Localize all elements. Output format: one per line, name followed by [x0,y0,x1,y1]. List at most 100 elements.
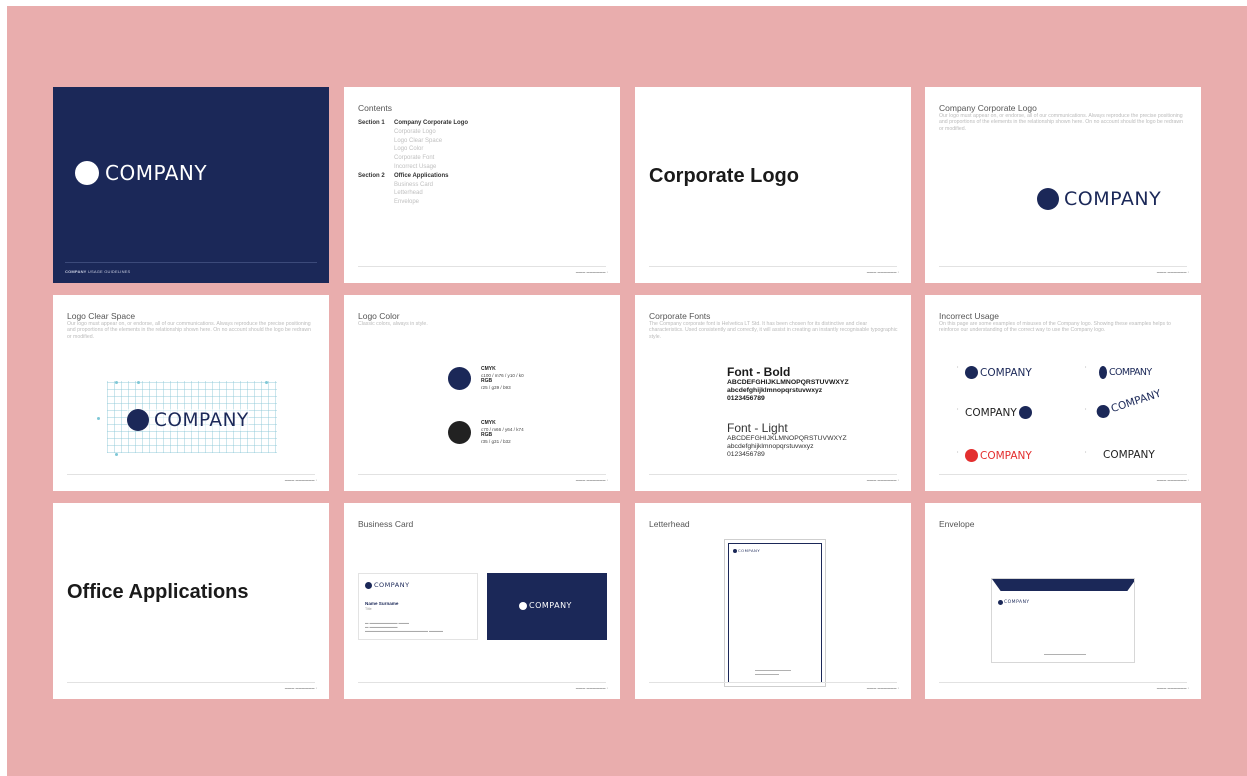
business-card-back: COMPANY [487,573,607,640]
font-bold-digits: 0123456789 [727,394,765,402]
slide-contents[interactable]: Contents Section 1 Company Corporate Logo… [344,87,620,283]
letterhead-title: Letterhead [649,519,690,529]
color-swatch-icon [448,366,471,390]
logo-circle-icon [1094,403,1112,420]
logo-text: COMPANY [1103,449,1155,461]
slide-corporate-fonts[interactable]: Corporate Fonts The Company corporate fo… [635,295,911,491]
font-light-lower: abcdefghijklmnopqrstuvwxyz [727,442,814,450]
logo-circle-icon [1018,406,1032,419]
slide-divider [649,682,897,683]
incorrect-example-3: COMPANY [965,406,1034,419]
logo-circle-icon [1037,188,1059,210]
logo-text: COMPANY [1004,600,1030,605]
toc-section-label: Section 1 [358,120,385,126]
business-card-front: COMPANY Name Surname Title ▬ ▬▬▬▬▬▬▬▬ ▬▬… [358,573,478,640]
card-name: Name Surname [365,601,399,606]
font-bold-heading: Font - Bold [727,365,791,379]
logo-circle-icon [127,409,149,431]
slide-company-logo[interactable]: Company Corporate Logo Our logo must app… [925,87,1201,283]
logo-text: COMPANY [980,366,1032,379]
font-light-upper: ABCDEFGHIJKLMNOPQRSTUVWXYZ [727,435,847,442]
incorrect-desc: On this page are some examples of misuse… [939,321,1171,334]
toc-section-1: Section 1 Company Corporate Logo [358,119,468,128]
slide-corporate-logo-divider[interactable]: Corporate Logo ▬▬▬ ▬▬▬▬▬▬ ▪ [635,87,911,283]
slide-incorrect-usage[interactable]: Incorrect Usage On this page are some ex… [925,295,1201,491]
presentation-board: COMPANY COMPANY USAGE GUIDELINES Content… [7,6,1247,776]
slide-office-divider[interactable]: Office Applications ▬▬▬ ▬▬▬▬▬▬ ▪ [53,503,329,699]
toc-section-2: Section 2 Office Applications [358,172,468,181]
slide-footer-mark: ▬▬▬ ▬▬▬▬▬▬ ▪ [866,686,899,690]
cover-footer-brand: COMPANY [65,269,87,274]
envelope-shape: COMPANY ▬▬▬▬▬▬▬▬▬▬▬▬▬▬ [991,578,1135,663]
letterhead-border [728,543,822,683]
slide-divider [67,474,315,475]
table-of-contents: Section 1 Company Corporate Logo Corporat… [358,119,468,207]
cmyk-label: CMYK [481,420,496,426]
contents-title: Contents [358,103,393,113]
slide-footer-mark: ▬▬▬ ▬▬▬▬▬▬ ▪ [866,270,899,274]
logo-text: COMPANY [1109,387,1163,415]
toc-item: Business Card [394,181,434,188]
toc-item: Corporate Font [394,155,435,162]
slide-divider [939,474,1187,475]
slide-clear-space[interactable]: Logo Clear Space Our logo must appear on… [53,295,329,491]
slide-footer-mark: ▬▬▬ ▬▬▬▬▬▬ ▪ [575,686,608,690]
cover-logo-text: COMPANY [105,161,208,185]
swatch-navy: CMYK c100 / m76 / y10 / k0 RGB r25 / g39… [448,366,524,390]
divider-title: Office Applications [67,581,249,603]
cmyk-value: c100 / m76 / y10 / k0 [481,372,524,378]
slide-footer-mark: ▬▬▬ ▬▬▬▬▬▬ ▪ [575,478,608,482]
incorrect-example-2: COMPANY [1099,366,1152,379]
logo-color-desc: Classic colors, always in style. [358,321,428,327]
cover-logo: COMPANY [75,161,207,185]
slide-divider [358,266,606,267]
cover-divider [65,262,317,263]
slide-business-card[interactable]: Business Card COMPANY Name Surname Title… [344,503,620,699]
slide-divider [67,682,315,683]
slide-divider [358,474,606,475]
rgb-label: RGB [481,378,493,385]
envelope-address: ▬▬▬▬▬▬▬▬▬▬▬▬▬▬ [1044,652,1086,656]
logo-circle-icon [75,161,99,185]
slide-letterhead[interactable]: Letterhead COMPANY ▬▬▬▬▬▬▬▬▬▬▬▬ ▬▬▬▬▬▬▬▬ … [635,503,911,699]
logo-circle-icon [519,601,527,610]
clear-space-logo: COMPANY [127,409,249,431]
fonts-title: Corporate Fonts [649,311,711,321]
clear-space-desc: Our logo must appear on, or endorse, all… [67,321,311,340]
rgb-label: RGB [481,432,493,439]
slide-divider [939,682,1187,683]
font-bold-lower: abcdefghijklmnopqrstuvwxyz [727,386,823,394]
slide-cover[interactable]: COMPANY COMPANY USAGE GUIDELINES [53,87,329,283]
logo-text: COMPANY [738,548,761,553]
cover-footer: COMPANY USAGE GUIDELINES [65,269,130,274]
slide-footer-mark: ▬▬▬ ▬▬▬▬▬▬ ▪ [1156,686,1189,690]
card-contact-lines: ▬ ▬▬▬▬▬▬▬▬ ▬▬▬ ▬ ▬▬▬▬▬▬▬▬ ▬▬▬▬▬▬▬▬▬▬▬▬▬▬▬▬… [365,621,443,633]
company-logo-title: Company Corporate Logo [939,103,1037,113]
swatch-black: CMYK c70 / m66 / y64 / k74 RGB r35 / g31… [448,420,524,444]
toc-item: Letterhead [394,190,423,197]
slide-envelope[interactable]: Envelope COMPANY ▬▬▬▬▬▬▬▬▬▬▬▬▬▬ ▬▬▬ ▬▬▬▬… [925,503,1201,699]
incorrect-example-4: COMPANY [1094,387,1163,420]
toc-item: Logo Color [394,146,424,153]
company-logo-mark: COMPANY [1037,188,1161,210]
rgb-value: r25 / g39 / b93 [481,384,511,390]
incorrect-example-1: COMPANY [965,366,1032,379]
slide-footer-mark: ▬▬▬ ▬▬▬▬▬▬ ▪ [284,686,317,690]
toc-section-name: Office Applications [394,172,449,179]
logo-text: COMPANY [154,409,249,431]
guide-mark-icon [265,381,268,384]
toc-section-name: Company Corporate Logo [394,120,469,126]
logo-text: COMPANY [1109,367,1152,378]
slide-divider [358,682,606,683]
example-number: • [957,450,959,454]
example-number: • [1085,407,1087,411]
swatch-values: CMYK c70 / m66 / y64 / k74 RGB r35 / g31… [481,420,524,444]
card-logo: COMPANY [365,581,410,589]
logo-circle-icon [965,366,978,379]
logo-color-title: Logo Color [358,311,400,321]
envelope-logo: COMPANY [998,600,1030,605]
slide-logo-color[interactable]: Logo Color Classic colors, always in sty… [344,295,620,491]
logo-text: COMPANY [980,449,1032,462]
color-swatch-icon [448,420,471,444]
card-back-logo: COMPANY [519,601,572,610]
